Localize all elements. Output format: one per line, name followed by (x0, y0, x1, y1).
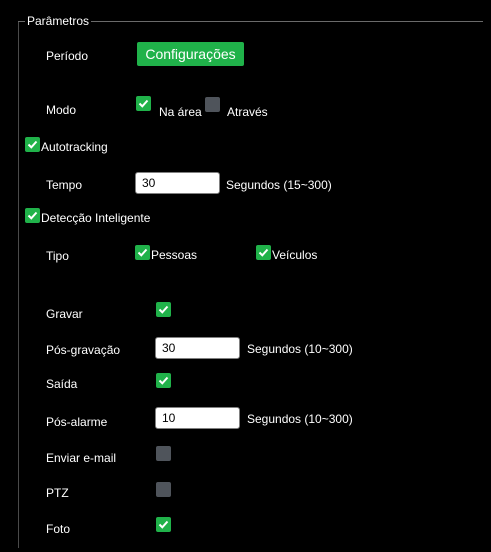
tempo-unit: Segundos (15~300) (226, 178, 332, 192)
gravar-checkbox[interactable] (156, 302, 171, 317)
pos-alarme-input[interactable]: 10 (155, 407, 240, 429)
pos-gravacao-unit: Segundos (10~300) (247, 342, 353, 356)
saida-checkbox[interactable] (156, 373, 171, 388)
autotracking-checkbox[interactable] (25, 137, 40, 152)
fieldset-legend: Parâmetros (25, 14, 92, 28)
pos-gravacao-input[interactable]: 30 (155, 337, 240, 359)
tipo-veiculos-label: Veículos (272, 248, 318, 262)
pos-gravacao-label: Pós-gravação (46, 343, 121, 357)
configuracoes-button[interactable]: Configurações (137, 42, 244, 66)
tipo-pessoas-checkbox[interactable] (135, 245, 150, 260)
ptz-label: PTZ (46, 486, 69, 500)
enviar-email-label: Enviar e-mail (46, 451, 117, 465)
deteccao-inteligente-label: Detecção Inteligente (41, 211, 151, 225)
foto-checkbox[interactable] (156, 517, 171, 532)
check-icon (258, 248, 269, 257)
check-icon (27, 211, 38, 220)
tempo-label: Tempo (46, 178, 83, 192)
pos-alarme-unit: Segundos (10~300) (247, 412, 353, 426)
modo-na-area-checkbox[interactable] (136, 96, 151, 111)
modo-label: Modo (46, 103, 77, 117)
pos-alarme-label: Pós-alarme (46, 415, 108, 429)
check-icon (158, 305, 169, 314)
check-icon (137, 248, 148, 257)
deteccao-inteligente-checkbox[interactable] (25, 208, 40, 223)
tempo-input[interactable]: 30 (135, 172, 220, 194)
tipo-veiculos-checkbox[interactable] (256, 245, 271, 260)
foto-label: Foto (46, 522, 71, 536)
check-icon (138, 99, 149, 108)
saida-label: Saída (46, 377, 78, 391)
ptz-checkbox[interactable] (156, 482, 171, 497)
enviar-email-checkbox[interactable] (156, 446, 171, 461)
modo-na-area-label: Na área (159, 105, 202, 119)
tipo-label: Tipo (46, 249, 69, 263)
check-icon (158, 376, 169, 385)
periodo-label: Período (46, 49, 89, 63)
gravar-label: Gravar (46, 307, 83, 321)
check-icon (158, 520, 169, 529)
check-icon (27, 140, 38, 149)
modo-atraves-checkbox[interactable] (205, 97, 220, 112)
autotracking-label: Autotracking (41, 140, 108, 154)
parameters-fieldset (18, 21, 483, 548)
tipo-pessoas-label: Pessoas (151, 248, 198, 262)
modo-atraves-label: Através (227, 105, 268, 119)
